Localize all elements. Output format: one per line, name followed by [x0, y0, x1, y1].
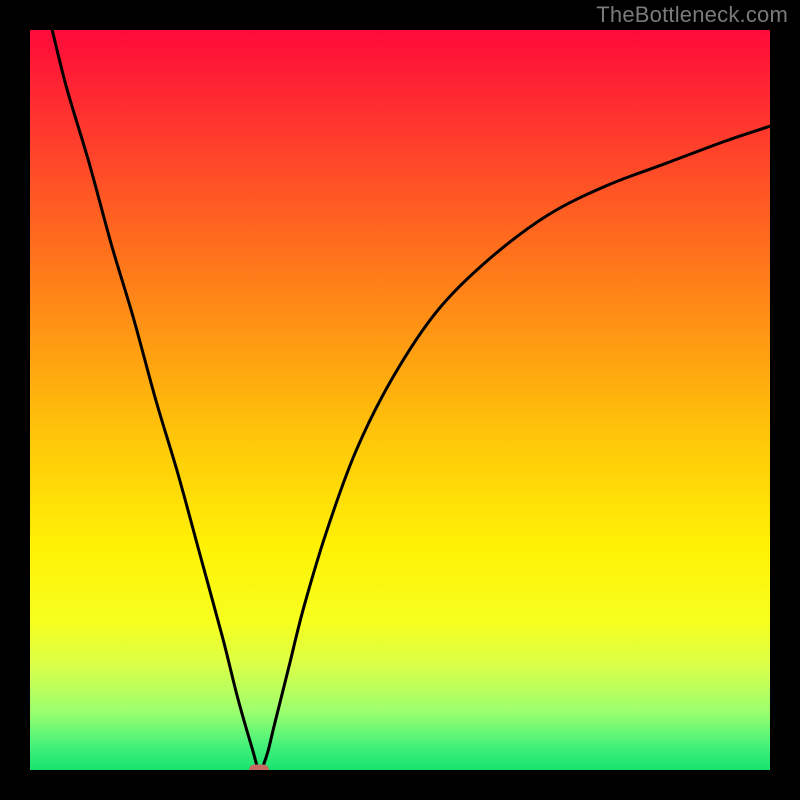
- axis-bottom-border: [0, 770, 800, 800]
- bottleneck-curve: [52, 30, 770, 770]
- chart-frame: TheBottleneck.com: [0, 0, 800, 800]
- curve-svg: [30, 30, 770, 770]
- plot-area: [30, 30, 770, 770]
- watermark-text: TheBottleneck.com: [596, 2, 788, 28]
